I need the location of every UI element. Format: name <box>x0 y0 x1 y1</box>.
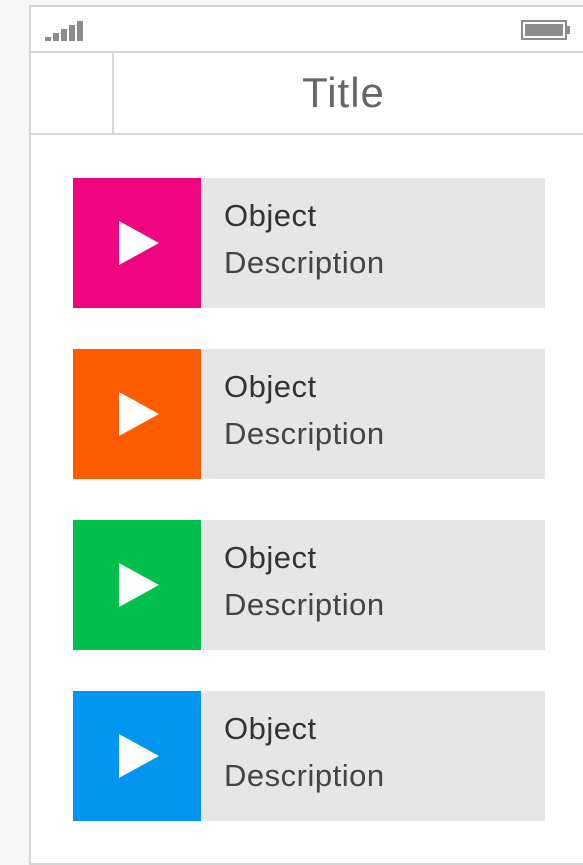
media-list: Object Description Object Description Ob… <box>73 178 545 862</box>
list-item[interactable]: Object Description <box>73 691 545 821</box>
nav-left-slot <box>31 53 114 133</box>
item-description: Description <box>224 416 385 451</box>
list-item[interactable]: Object Description <box>73 178 545 308</box>
item-description: Description <box>224 587 385 622</box>
item-text: Object Description <box>224 367 535 455</box>
media-thumbnail[interactable] <box>73 178 201 308</box>
media-thumbnail[interactable] <box>73 520 201 650</box>
item-text: Object Description <box>224 709 535 797</box>
media-thumbnail[interactable] <box>73 691 201 821</box>
status-bar <box>31 7 583 53</box>
media-thumbnail[interactable] <box>73 349 201 479</box>
item-title: Object <box>224 540 317 575</box>
list-item[interactable]: Object Description <box>73 520 545 650</box>
page-title: Title <box>302 69 385 116</box>
item-title: Object <box>224 198 317 233</box>
item-text: Object Description <box>224 538 535 626</box>
item-description: Description <box>224 245 385 280</box>
list-item[interactable]: Object Description <box>73 349 545 479</box>
navigation-bar: Title <box>31 53 583 135</box>
item-title: Object <box>224 711 317 746</box>
play-icon <box>119 563 159 607</box>
signal-strength-icon <box>45 21 83 41</box>
item-title: Object <box>224 369 317 404</box>
item-description: Description <box>224 758 385 793</box>
item-text: Object Description <box>224 196 535 284</box>
battery-icon <box>521 20 570 40</box>
play-icon <box>119 392 159 436</box>
play-icon <box>119 221 159 265</box>
phone-frame: Title Object Description Object Descript… <box>29 5 583 865</box>
play-icon <box>119 734 159 778</box>
